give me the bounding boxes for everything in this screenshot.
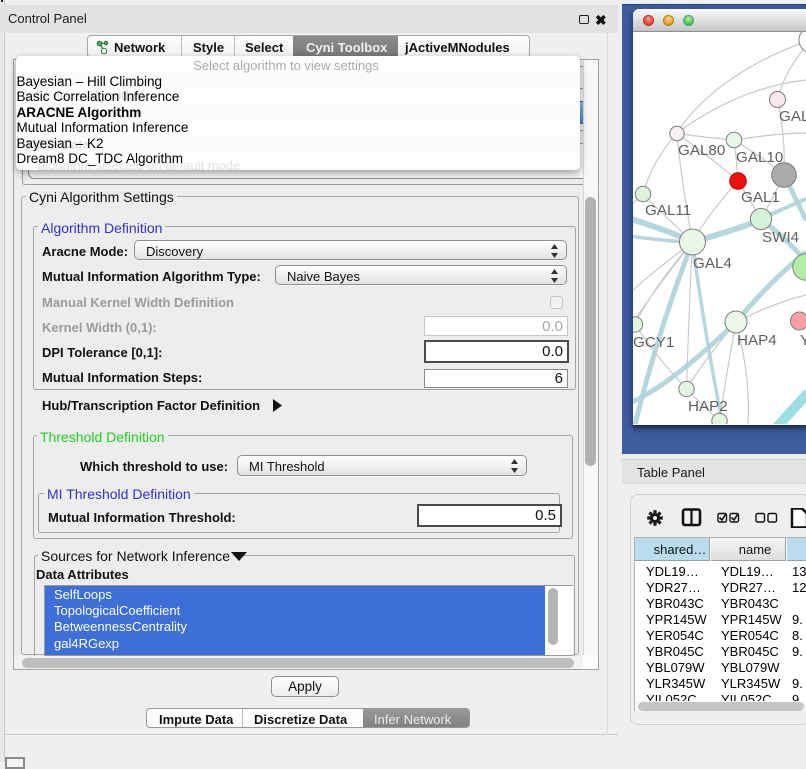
svg-text:GAL10: GAL10 — [736, 149, 783, 166]
svg-text:SWI4: SWI4 — [762, 229, 799, 246]
svg-text:HAP4: HAP4 — [737, 332, 777, 349]
svg-text:GAL1: GAL1 — [741, 189, 780, 206]
svg-text:GCY1: GCY1 — [633, 334, 674, 351]
svg-text:HAP2: HAP2 — [688, 398, 728, 415]
svg-text:YD: YD — [800, 332, 806, 349]
svg-text:GAL11: GAL11 — [645, 202, 691, 219]
svg-text:GAL4: GAL4 — [693, 255, 732, 272]
svg-text:GAL7: GAL7 — [779, 108, 806, 125]
svg-text:GAL80: GAL80 — [678, 142, 725, 159]
